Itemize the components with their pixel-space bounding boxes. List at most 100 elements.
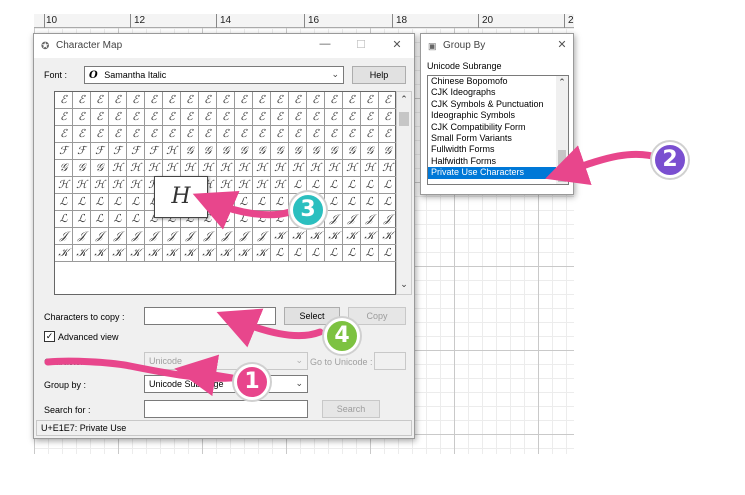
glyph-cell[interactable]: 𝒢 [91,160,109,177]
glyph-cell[interactable]: ℰ [253,126,271,143]
glyph-cell[interactable]: 𝒦 [235,245,253,262]
glyph-cell[interactable]: ℰ [361,126,379,143]
glyph-cell[interactable]: ℒ [325,245,343,262]
glyph-cell[interactable]: ℰ [235,126,253,143]
glyph-cell[interactable]: ℒ [91,211,109,228]
glyph-cell[interactable]: ℒ [109,211,127,228]
glyph-cell[interactable]: ℰ [163,126,181,143]
maximize-button[interactable]: ☐ [354,38,368,51]
glyph-cell[interactable]: ℱ [109,143,127,160]
subrange-list-item[interactable]: CJK Compatibility Form [428,122,568,133]
glyph-cell[interactable]: 𝒦 [361,228,379,245]
glyph-cell[interactable]: ℋ [253,177,271,194]
glyph-cell[interactable]: 𝒦 [307,228,325,245]
glyph-cell[interactable]: 𝒥 [127,228,145,245]
glyph-cell[interactable]: ℰ [91,109,109,126]
glyph-cell[interactable]: ℰ [343,109,361,126]
go-to-unicode-input[interactable] [374,352,406,370]
glyph-cell[interactable]: ℒ [127,194,145,211]
glyph-cell[interactable]: ℰ [217,92,235,109]
glyph-cell[interactable]: 𝒥 [217,228,235,245]
glyph-cell[interactable]: ℰ [127,126,145,143]
glyph-cell[interactable]: ℒ [379,177,397,194]
glyph-cell[interactable]: ℒ [235,211,253,228]
copy-button[interactable]: Copy [348,307,406,325]
glyph-cell[interactable]: ℒ [271,245,289,262]
glyph-cell[interactable]: ℋ [163,143,181,160]
help-button[interactable]: Help [352,66,406,84]
glyph-cell[interactable]: ℒ [271,211,289,228]
grid-scrollbar[interactable]: ⌃ ⌄ [396,91,412,295]
glyph-cell[interactable]: ℰ [343,126,361,143]
glyph-cell[interactable]: 𝒢 [199,143,217,160]
glyph-cell[interactable]: 𝒥 [73,228,91,245]
glyph-cell[interactable]: ℋ [289,160,307,177]
glyph-cell[interactable]: ℱ [127,143,145,160]
glyph-cell[interactable]: 𝒢 [325,143,343,160]
glyph-cell[interactable]: ℰ [289,92,307,109]
glyph-cell[interactable]: ℰ [199,92,217,109]
glyph-cell[interactable]: ℰ [55,126,73,143]
glyph-cell[interactable]: ℰ [181,92,199,109]
glyph-cell[interactable]: 𝒥 [361,211,379,228]
glyph-cell[interactable]: ℒ [55,194,73,211]
glyph-cell[interactable]: ℰ [235,92,253,109]
glyph-cell[interactable]: ℰ [109,126,127,143]
glyph-cell[interactable]: ℰ [91,92,109,109]
glyph-cell[interactable]: ℰ [145,92,163,109]
subrange-list-item[interactable]: CJK Ideographs [428,87,568,98]
glyph-cell[interactable]: 𝒦 [91,245,109,262]
glyph-cell[interactable]: ℰ [145,109,163,126]
glyph-cell[interactable]: ℋ [307,160,325,177]
glyph-cell[interactable]: 𝒢 [379,143,397,160]
minimize-button[interactable]: — [318,38,332,50]
glyph-cell[interactable]: ℒ [91,194,109,211]
glyph-cell[interactable]: ℋ [235,160,253,177]
glyph-cell[interactable]: 𝒢 [181,143,199,160]
glyph-cell[interactable]: 𝒢 [217,143,235,160]
scroll-up-icon[interactable]: ⌃ [556,77,568,88]
glyph-cell[interactable]: ℰ [199,109,217,126]
glyph-cell[interactable]: 𝒦 [73,245,91,262]
glyph-cell[interactable]: 𝒢 [55,160,73,177]
glyph-cell[interactable]: ℋ [181,160,199,177]
search-input[interactable] [144,400,308,418]
glyph-cell[interactable]: 𝒦 [109,245,127,262]
subrange-list-item[interactable]: Ideographic Symbols [428,110,568,121]
glyph-cell[interactable]: ℰ [73,126,91,143]
glyph-cell[interactable]: 𝒥 [163,228,181,245]
glyph-cell[interactable]: ℰ [343,92,361,109]
glyph-cell[interactable]: ℰ [163,92,181,109]
glyph-cell[interactable]: ℒ [253,211,271,228]
glyph-cell[interactable]: ℒ [253,194,271,211]
glyph-cell[interactable]: ℒ [361,177,379,194]
glyph-cell[interactable]: ℰ [199,126,217,143]
glyph-cell[interactable]: 𝒢 [361,143,379,160]
glyph-cell[interactable]: ℰ [109,109,127,126]
glyph-cell[interactable]: 𝒦 [181,245,199,262]
glyph-cell[interactable]: 𝒢 [235,143,253,160]
scroll-down-icon[interactable]: ⌄ [397,279,411,290]
search-button[interactable]: Search [322,400,380,418]
glyph-cell[interactable]: ℒ [343,245,361,262]
glyph-cell[interactable]: 𝒢 [343,143,361,160]
glyph-cell[interactable]: ℰ [127,92,145,109]
glyph-cell[interactable]: ℒ [289,245,307,262]
glyph-cell[interactable]: ℋ [163,160,181,177]
glyph-cell[interactable]: ℰ [361,92,379,109]
glyph-cell[interactable]: 𝒥 [145,228,163,245]
glyph-cell[interactable]: 𝒦 [253,245,271,262]
glyph-cell[interactable]: ℰ [181,109,199,126]
glyph-cell[interactable]: ℒ [361,194,379,211]
group-by-select[interactable]: Unicode Subrange ⌄ [144,375,308,393]
glyph-cell[interactable]: ℰ [217,126,235,143]
glyph-cell[interactable]: ℱ [55,143,73,160]
glyph-cell[interactable]: ℋ [271,160,289,177]
glyph-cell[interactable]: ℱ [73,143,91,160]
glyph-cell[interactable]: 𝒥 [55,228,73,245]
glyph-cell[interactable]: 𝒦 [379,228,397,245]
glyph-cell[interactable]: ℒ [73,211,91,228]
glyph-cell[interactable]: ℒ [55,211,73,228]
glyph-cell[interactable]: ℰ [73,109,91,126]
glyph-cell[interactable]: ℰ [325,126,343,143]
